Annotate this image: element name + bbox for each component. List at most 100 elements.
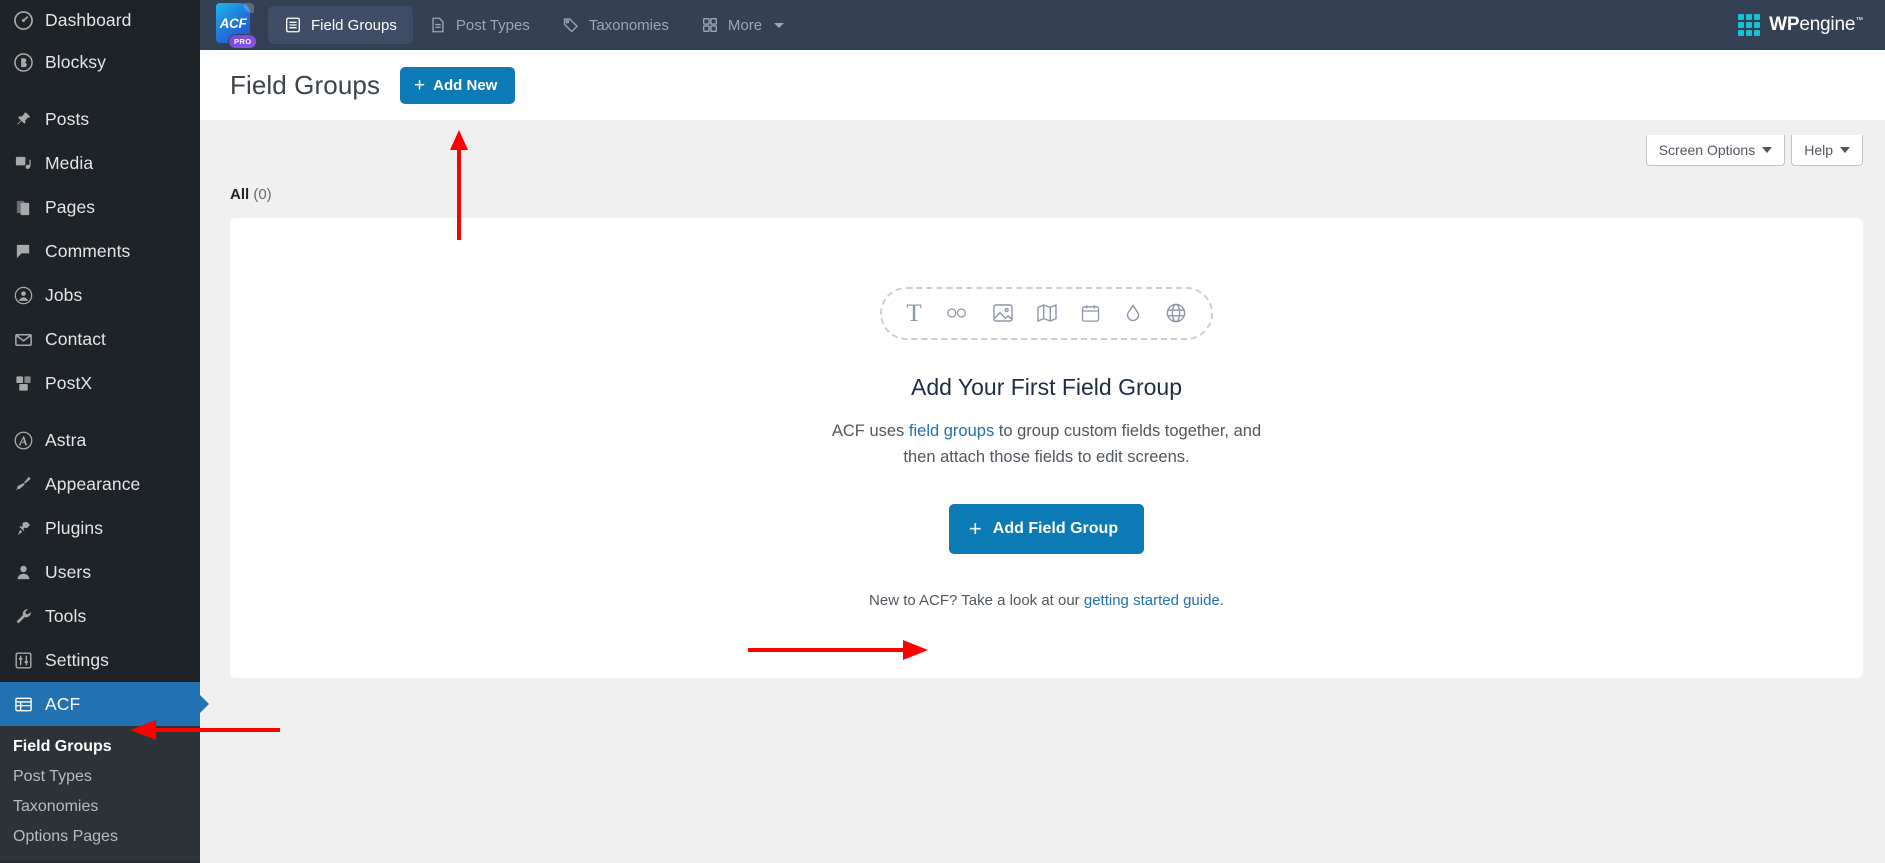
acf-logo-text: ACF bbox=[214, 16, 252, 31]
paintbrush-icon bbox=[12, 473, 34, 495]
caret-down-icon bbox=[1840, 147, 1850, 153]
acf-icon bbox=[12, 693, 34, 715]
dashboard-icon bbox=[12, 9, 34, 31]
sidebar-item-media[interactable]: Media bbox=[0, 141, 200, 185]
wordpress-admin-screen: Dashboard Blocksy Posts Media Page bbox=[0, 0, 1885, 863]
text-icon: T bbox=[906, 301, 921, 326]
tab-label: Field Groups bbox=[311, 17, 397, 34]
astra-icon bbox=[12, 429, 34, 451]
field-groups-empty-state-card: T Add Your F bbox=[230, 218, 1863, 678]
sidebar-item-settings[interactable]: Settings bbox=[0, 638, 200, 682]
sidebar-item-label: PostX bbox=[45, 373, 92, 394]
sidebar-item-plugins[interactable]: Plugins bbox=[0, 506, 200, 550]
sidebar-item-label: Jobs bbox=[45, 285, 82, 306]
field-type-icon-pill: T bbox=[880, 287, 1212, 340]
filter-all-count: (0) bbox=[253, 186, 271, 203]
comments-icon bbox=[12, 240, 34, 262]
sidebar-item-post-types[interactable]: Post Types bbox=[0, 762, 200, 792]
sidebar-item-comments[interactable]: Comments bbox=[0, 229, 200, 273]
filter-row: All (0) bbox=[200, 180, 1885, 218]
filter-all[interactable]: All (0) bbox=[230, 186, 272, 203]
wp-engine-name-bold: WP bbox=[1769, 14, 1799, 35]
footer-text-after: . bbox=[1220, 592, 1224, 609]
sidebar-item-pages[interactable]: Pages bbox=[0, 185, 200, 229]
document-icon bbox=[429, 16, 447, 34]
add-new-button[interactable]: + Add New bbox=[400, 67, 515, 104]
getting-started-guide-link[interactable]: getting started guide bbox=[1084, 592, 1220, 609]
sidebar-item-appearance[interactable]: Appearance bbox=[0, 462, 200, 506]
page-title-bar: Field Groups + Add New bbox=[200, 50, 1885, 120]
screen-meta-buttons: Screen Options Help bbox=[1646, 135, 1863, 166]
color-droplet-icon bbox=[1123, 302, 1143, 324]
footer-text-before: New to ACF? Take a look at our bbox=[869, 592, 1084, 609]
image-icon bbox=[992, 302, 1014, 324]
media-icon bbox=[12, 152, 34, 174]
envelope-icon bbox=[12, 328, 34, 350]
sidebar-item-label: Blocksy bbox=[45, 52, 106, 73]
submenu-item-label: Taxonomies bbox=[13, 798, 98, 815]
help-label: Help bbox=[1804, 142, 1833, 158]
trademark-symbol: ™ bbox=[1855, 16, 1863, 25]
sidebar-item-postx[interactable]: PostX bbox=[0, 361, 200, 405]
sidebar-item-tools[interactable]: Tools bbox=[0, 594, 200, 638]
sidebar-item-options-pages[interactable]: Options Pages bbox=[0, 822, 200, 852]
user-icon bbox=[12, 561, 34, 583]
wp-engine-brand: WPengine™ bbox=[1738, 14, 1863, 36]
screen-meta-row: Screen Options Help bbox=[200, 120, 1885, 180]
tag-icon bbox=[562, 16, 580, 34]
tab-more[interactable]: More bbox=[685, 6, 800, 44]
filter-all-label: All bbox=[230, 186, 249, 203]
help-button[interactable]: Help bbox=[1791, 135, 1863, 166]
wp-engine-wordmark: WPengine™ bbox=[1769, 14, 1863, 36]
sidebar-item-users[interactable]: Users bbox=[0, 550, 200, 594]
globe-icon bbox=[1165, 302, 1187, 324]
plus-icon: + bbox=[969, 518, 982, 540]
pin-icon bbox=[12, 108, 34, 130]
sidebar-item-label: Astra bbox=[45, 430, 86, 451]
sidebar-item-blocksy[interactable]: Blocksy bbox=[0, 40, 200, 84]
empty-state-description: ACF uses field groups to group custom fi… bbox=[832, 419, 1262, 470]
tab-post-types[interactable]: Post Types bbox=[413, 6, 546, 44]
submenu-item-label: Field Groups bbox=[13, 738, 112, 755]
field-groups-link[interactable]: field groups bbox=[909, 422, 994, 440]
map-icon bbox=[1036, 302, 1058, 324]
main-content-area: ACF PRO Field Groups Post Types Taxo bbox=[200, 0, 1885, 863]
empty-state-heading: Add Your First Field Group bbox=[911, 374, 1182, 401]
infinity-icon bbox=[944, 303, 970, 323]
sidebar-item-taxonomies[interactable]: Taxonomies bbox=[0, 792, 200, 822]
sidebar-item-astra[interactable]: Astra bbox=[0, 418, 200, 462]
add-field-group-button[interactable]: + Add Field Group bbox=[949, 504, 1144, 554]
sidebar-item-label: Users bbox=[45, 562, 91, 583]
sidebar-item-field-groups[interactable]: Field Groups bbox=[0, 732, 200, 762]
tab-label: Post Types bbox=[456, 17, 530, 34]
menu-separator bbox=[0, 405, 200, 418]
pages-icon bbox=[12, 196, 34, 218]
plug-icon bbox=[12, 517, 34, 539]
empty-state-footer-note: New to ACF? Take a look at our getting s… bbox=[869, 592, 1224, 609]
sidebar-item-label: Media bbox=[45, 153, 93, 174]
sidebar-item-label: Posts bbox=[45, 109, 89, 130]
postx-icon bbox=[12, 372, 34, 394]
sidebar-item-label: Appearance bbox=[45, 474, 140, 495]
calendar-icon bbox=[1080, 303, 1101, 324]
sidebar-item-dashboard[interactable]: Dashboard bbox=[0, 0, 200, 40]
tab-label: More bbox=[728, 17, 762, 34]
sliders-icon bbox=[12, 649, 34, 671]
sidebar-item-contact[interactable]: Contact bbox=[0, 317, 200, 361]
sidebar-item-jobs[interactable]: Jobs bbox=[0, 273, 200, 317]
acf-pro-logo: ACF PRO bbox=[214, 3, 254, 49]
sidebar-item-label: Dashboard bbox=[45, 10, 132, 31]
submenu-item-label: Options Pages bbox=[13, 828, 118, 845]
sidebar-item-label: Settings bbox=[45, 650, 109, 671]
screen-options-button[interactable]: Screen Options bbox=[1646, 135, 1786, 166]
sidebar-item-label: ACF bbox=[45, 694, 80, 715]
menu-separator bbox=[0, 84, 200, 97]
sidebar-item-acf[interactable]: ACF bbox=[0, 682, 200, 726]
sidebar-item-label: Comments bbox=[45, 241, 130, 262]
tab-taxonomies[interactable]: Taxonomies bbox=[546, 6, 685, 44]
tab-field-groups[interactable]: Field Groups bbox=[268, 6, 413, 44]
wp-engine-name-light: engine bbox=[1799, 14, 1855, 35]
screen-options-label: Screen Options bbox=[1659, 142, 1756, 158]
sidebar-item-posts[interactable]: Posts bbox=[0, 97, 200, 141]
acf-pro-badge: PRO bbox=[228, 34, 257, 49]
